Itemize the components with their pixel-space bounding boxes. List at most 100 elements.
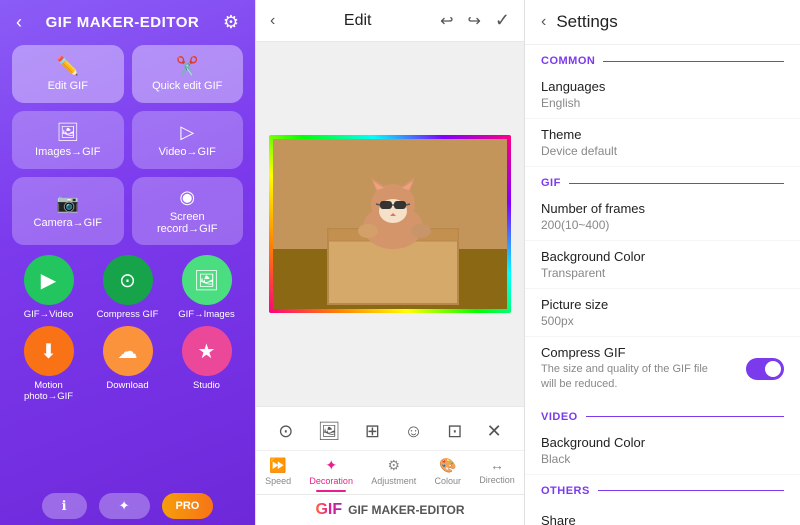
camera-gif-label: Camera→GIF (34, 217, 102, 229)
bg-color-gif-value: Transparent (541, 266, 784, 280)
gif-preview-area (256, 42, 524, 406)
num-frames-title: Number of frames (541, 201, 784, 216)
tab-direction[interactable]: ↔ Direction (473, 455, 521, 488)
screen-record-button[interactable]: ◉ Screen record→GIF (132, 177, 244, 245)
camera-icon: 📷 (57, 193, 79, 214)
toolbar-grid-icon[interactable]: ⊞ (361, 417, 384, 446)
section-header-common: COMMON (525, 45, 800, 71)
tab-decoration[interactable]: ✦ Decoration (303, 455, 359, 488)
gift-button[interactable]: ✦ (99, 493, 150, 519)
quick-edit-gif-label: Quick edit GIF (152, 80, 222, 92)
gif-to-video-button[interactable]: ▶ GIF→Video (12, 255, 85, 320)
mid-footer: GIF GIF MAKER-EDITOR (256, 494, 524, 525)
confirm-icon[interactable]: ✓ (495, 10, 510, 31)
toolbar-frame-icon[interactable]: ⊡ (443, 417, 466, 446)
tab-speed[interactable]: ⏩ Speed (259, 455, 297, 488)
back-icon[interactable]: ‹ (16, 12, 22, 33)
gif-rainbow-frame (269, 135, 511, 313)
undo-icon[interactable]: ↩ (440, 11, 453, 31)
images-to-gif-button[interactable]: 🖼 Images→GIF (12, 111, 124, 169)
toolbar-tabs: ⏩ Speed ✦ Decoration ⚙ Adjustment 🎨 Colo… (256, 450, 524, 488)
settings-bg-color-gif[interactable]: Background Color Transparent (525, 241, 800, 289)
video-gif-label: Video→GIF (159, 146, 216, 158)
quick-edit-gif-button[interactable]: ✂️ Quick edit GIF (132, 45, 244, 103)
mid-title: Edit (344, 12, 372, 30)
motion-photo-icon: ⬇ (24, 326, 74, 376)
settings-bg-color-video[interactable]: Background Color Black (525, 427, 800, 475)
compress-gif-title: Compress GIF (541, 345, 746, 360)
theme-value: Device default (541, 144, 784, 158)
footer-gif-logo: GIF (315, 501, 342, 519)
edit-gif-label: Edit GIF (48, 80, 88, 92)
toolbar-icons-row: ⊙ 🖼 ⊞ ☺ ⊡ ✕ (256, 413, 524, 450)
video-icon: ▷ (180, 122, 194, 143)
studio-button[interactable]: ★ Studio (170, 326, 243, 402)
section-header-others: OTHERS (525, 475, 800, 501)
edit-gif-button[interactable]: ✏️ Edit GIF (12, 45, 124, 103)
cat-scene-svg (273, 139, 507, 309)
gif-images-icon: 🖼 (182, 255, 232, 305)
studio-icon: ★ (182, 326, 232, 376)
gif-to-images-button[interactable]: 🖼 GIF→Images (170, 255, 243, 320)
camera-to-gif-button[interactable]: 📷 Camera→GIF (12, 177, 124, 245)
gif-images-label: GIF→Images (178, 309, 235, 320)
theme-title: Theme (541, 127, 784, 142)
mid-panel: ‹ Edit ↩ ↪ ✓ (255, 0, 525, 525)
settings-share[interactable]: Share (525, 501, 800, 525)
footer-app-name: GIF MAKER-EDITOR (348, 503, 464, 517)
images-gif-label: Images→GIF (35, 146, 100, 158)
compress-gif-toggle[interactable] (746, 358, 784, 380)
languages-title: Languages (541, 79, 784, 94)
motion-photo-button[interactable]: ⬇ Motion photo→GIF (12, 326, 85, 402)
settings-theme[interactable]: Theme Device default (525, 119, 800, 167)
tab-adjustment[interactable]: ⚙ Adjustment (365, 455, 422, 488)
section-label-gif: GIF (541, 177, 561, 189)
main-grid-buttons: ✏️ Edit GIF ✂️ Quick edit GIF 🖼 Images→G… (0, 41, 255, 253)
bg-color-gif-title: Background Color (541, 249, 784, 264)
info-button[interactable]: ℹ (42, 493, 87, 519)
section-label-common: COMMON (541, 55, 595, 67)
screen-record-label: Screen record→GIF (140, 211, 236, 235)
toolbar-close-icon[interactable]: ✕ (483, 417, 506, 446)
section-divider-common (603, 61, 784, 62)
pro-button[interactable]: PRO (162, 493, 214, 519)
left-bottom-bar: ℹ ✦ PRO (0, 487, 255, 525)
tab-colour[interactable]: 🎨 Colour (429, 455, 468, 488)
toolbar-camera-icon[interactable]: ⊙ (274, 417, 297, 446)
compress-icon: ⊙ (103, 255, 153, 305)
images-icon: 🖼 (56, 122, 79, 143)
gif-frame-inner (273, 139, 507, 309)
right-panel: ‹ Settings COMMON Languages English Them… (525, 0, 800, 525)
download-button[interactable]: ☁ Download (91, 326, 164, 402)
settings-num-frames[interactable]: Number of frames 200(10~400) (525, 193, 800, 241)
section-header-video: VIDEO (525, 401, 800, 427)
gif-video-icon: ▶ (24, 255, 74, 305)
section-header-gif: GIF (525, 167, 800, 193)
toolbar-image-icon[interactable]: 🖼 (314, 417, 345, 446)
picture-size-value: 500px (541, 314, 784, 328)
settings-back-icon[interactable]: ‹ (541, 13, 546, 31)
settings-picture-size[interactable]: Picture size 500px (525, 289, 800, 337)
bg-color-video-value: Black (541, 452, 784, 466)
gif-video-label: GIF→Video (24, 309, 73, 320)
settings-compress-gif: Compress GIF The size and quality of the… (525, 337, 800, 401)
bg-color-video-title: Background Color (541, 435, 784, 450)
picture-size-title: Picture size (541, 297, 784, 312)
download-label: Download (106, 380, 148, 391)
settings-languages[interactable]: Languages English (525, 71, 800, 119)
num-frames-value: 200(10~400) (541, 218, 784, 232)
toolbar-emoji-icon[interactable]: ☺ (400, 417, 426, 446)
mid-header: ‹ Edit ↩ ↪ ✓ (256, 0, 524, 42)
compress-gif-desc: The size and quality of the GIF file wil… (541, 362, 721, 393)
mid-toolbar: ⊙ 🖼 ⊞ ☺ ⊡ ✕ ⏩ Speed ✦ Decoration ⚙ Adjus… (256, 406, 524, 494)
settings-title: Settings (556, 12, 617, 32)
section-label-others: OTHERS (541, 485, 590, 497)
video-to-gif-button[interactable]: ▷ Video→GIF (132, 111, 244, 169)
gear-icon[interactable]: ⚙ (223, 12, 239, 33)
redo-icon[interactable]: ↪ (468, 11, 481, 31)
compress-gif-button[interactable]: ⊙ Compress GIF (91, 255, 164, 320)
screen-record-icon: ◉ (179, 187, 195, 208)
compress-gif-text: Compress GIF The size and quality of the… (541, 345, 746, 393)
app-title: GIF MAKER-EDITOR (46, 14, 200, 31)
mid-back-icon[interactable]: ‹ (270, 12, 275, 30)
